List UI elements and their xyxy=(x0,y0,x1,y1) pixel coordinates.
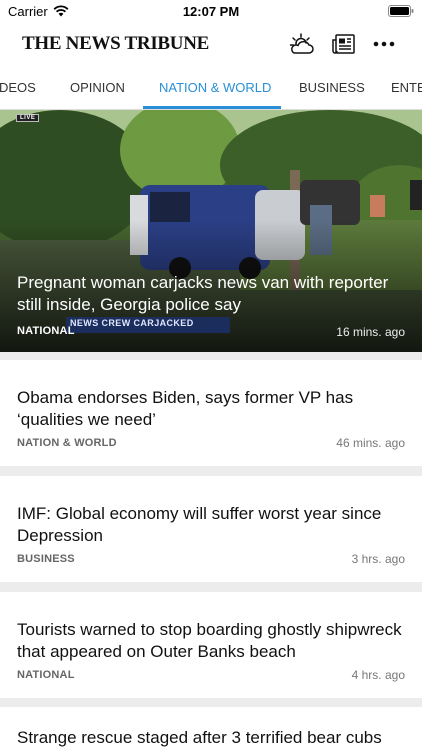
tab-entertainment[interactable]: ENTE xyxy=(391,66,422,109)
hero-story[interactable]: LIVE NEWS CREW CARJACKED Pregnant woman … xyxy=(0,110,422,352)
tab-business[interactable]: BUSINESS xyxy=(299,66,365,109)
tab-opinion[interactable]: OPINION xyxy=(70,66,125,109)
tab-videos[interactable]: DEOS xyxy=(0,66,36,109)
story-timestamp: 3 hrs. ago xyxy=(351,552,405,566)
hero-category: NATIONAL xyxy=(17,325,75,337)
weather-icon[interactable] xyxy=(287,31,315,57)
live-badge: LIVE xyxy=(16,114,40,122)
story-headline[interactable]: Tourists warned to stop boarding ghostly… xyxy=(17,619,412,663)
hero-timestamp: 16 mins. ago xyxy=(336,325,405,339)
section-tabs: DEOS OPINION NATION & WORLD BUSINESS ENT… xyxy=(0,66,422,110)
battery-icon xyxy=(388,5,414,17)
story-category: NATIONAL xyxy=(17,669,75,681)
tv-chyron-text: NEWS CREW CARJACKED xyxy=(70,318,194,328)
story-card[interactable]: Tourists warned to stop boarding ghostly… xyxy=(0,592,422,698)
tab-nation-world[interactable]: NATION & WORLD xyxy=(159,66,271,109)
story-headline[interactable]: Obama endorses Biden, says former VP has… xyxy=(17,387,412,431)
story-timestamp: 4 hrs. ago xyxy=(351,668,405,682)
story-category: NATION & WORLD xyxy=(17,437,117,449)
brand-logo[interactable]: THE NEWS TRIBUNE xyxy=(22,33,209,55)
story-card[interactable]: IMF: Global economy will suffer worst ye… xyxy=(0,476,422,582)
story-category: BUSINESS xyxy=(17,553,75,565)
story-timestamp: 46 mins. ago xyxy=(336,436,405,450)
more-icon[interactable] xyxy=(370,31,398,57)
story-card[interactable]: Obama endorses Biden, says former VP has… xyxy=(0,360,422,466)
e-edition-icon[interactable] xyxy=(330,31,358,57)
story-card[interactable]: Strange rescue staged after 3 terrified … xyxy=(0,707,422,750)
active-tab-indicator xyxy=(143,106,281,109)
app-header: THE NEWS TRIBUNE xyxy=(0,24,422,66)
story-headline[interactable]: IMF: Global economy will suffer worst ye… xyxy=(17,503,412,547)
status-bar: Carrier 12:07 PM xyxy=(0,0,422,24)
story-headline[interactable]: Strange rescue staged after 3 terrified … xyxy=(17,727,412,749)
hero-headline[interactable]: Pregnant woman carjacks news van with re… xyxy=(17,272,412,316)
clock: 12:07 PM xyxy=(182,4,240,19)
